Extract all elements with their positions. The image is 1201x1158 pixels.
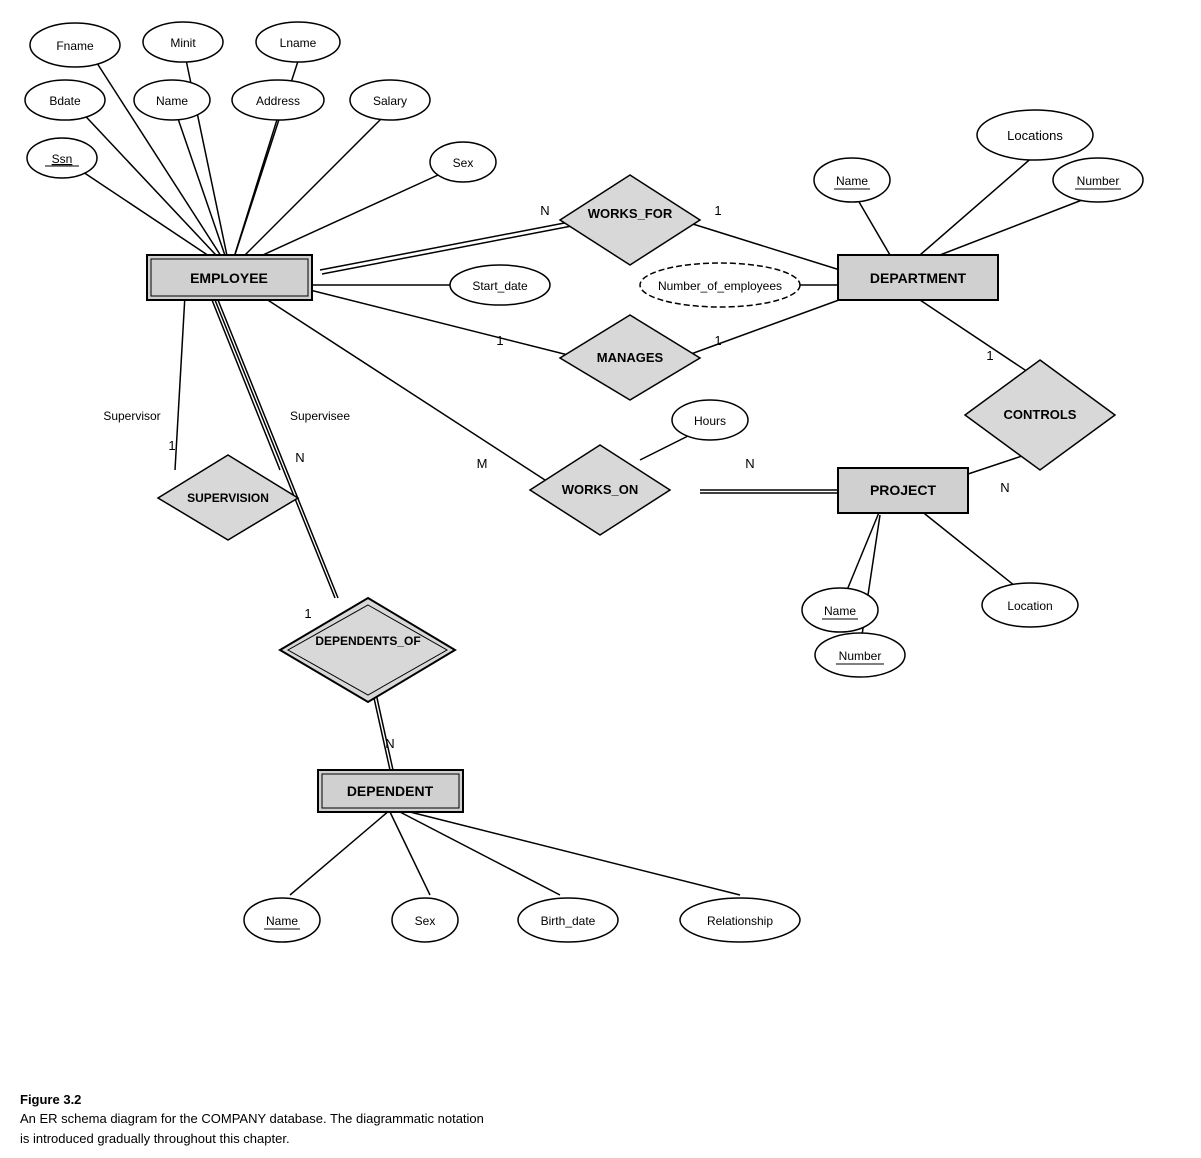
svg-text:DEPARTMENT: DEPARTMENT bbox=[870, 270, 967, 286]
svg-text:Supervisee: Supervisee bbox=[290, 409, 350, 423]
svg-text:N: N bbox=[385, 736, 394, 751]
svg-text:Location: Location bbox=[1007, 599, 1052, 613]
svg-text:Bdate: Bdate bbox=[49, 94, 81, 108]
caption-line1: An ER schema diagram for the COMPANY dat… bbox=[20, 1111, 484, 1126]
svg-text:N: N bbox=[540, 203, 549, 218]
svg-text:Name: Name bbox=[156, 94, 188, 108]
svg-text:1: 1 bbox=[714, 203, 721, 218]
svg-text:Number_of_employees: Number_of_employees bbox=[658, 279, 782, 293]
figure-title: Figure 3.2 bbox=[20, 1092, 81, 1107]
svg-text:WORKS_ON: WORKS_ON bbox=[562, 482, 639, 497]
svg-text:Locations: Locations bbox=[1007, 128, 1063, 143]
svg-text:N: N bbox=[295, 450, 304, 465]
svg-text:Sex: Sex bbox=[453, 156, 474, 170]
svg-text:EMPLOYEE: EMPLOYEE bbox=[190, 270, 268, 286]
svg-text:Lname: Lname bbox=[280, 36, 317, 50]
svg-text:Name: Name bbox=[824, 604, 856, 618]
svg-text:N: N bbox=[745, 456, 754, 471]
svg-text:N: N bbox=[1000, 480, 1009, 495]
svg-text:Address: Address bbox=[256, 94, 300, 108]
svg-text:Supervisor: Supervisor bbox=[103, 409, 160, 423]
svg-text:1: 1 bbox=[986, 348, 993, 363]
svg-text:Name: Name bbox=[266, 914, 298, 928]
svg-text:1: 1 bbox=[714, 333, 721, 348]
svg-text:Number: Number bbox=[1077, 174, 1120, 188]
svg-text:M: M bbox=[477, 456, 488, 471]
er-diagram-container: EMPLOYEE DEPARTMENT PROJECT DEPENDENT WO… bbox=[0, 0, 1201, 1090]
svg-text:Fname: Fname bbox=[56, 39, 94, 53]
svg-text:Birth_date: Birth_date bbox=[541, 914, 596, 928]
svg-text:DEPENDENTS_OF: DEPENDENTS_OF bbox=[315, 634, 420, 648]
svg-text:Hours: Hours bbox=[694, 414, 726, 428]
svg-text:PROJECT: PROJECT bbox=[870, 482, 937, 498]
svg-text:1: 1 bbox=[496, 333, 503, 348]
svg-text:WORKS_FOR: WORKS_FOR bbox=[588, 206, 673, 221]
svg-text:Relationship: Relationship bbox=[707, 914, 773, 928]
svg-text:CONTROLS: CONTROLS bbox=[1004, 407, 1077, 422]
svg-text:Salary: Salary bbox=[373, 94, 407, 108]
svg-text:Sex: Sex bbox=[415, 914, 436, 928]
figure-caption: Figure 3.2 An ER schema diagram for the … bbox=[20, 1090, 484, 1149]
svg-text:1: 1 bbox=[168, 438, 175, 453]
svg-text:Ssn: Ssn bbox=[52, 152, 73, 166]
svg-text:Number: Number bbox=[839, 649, 882, 663]
svg-text:Start_date: Start_date bbox=[472, 279, 528, 293]
svg-text:Minit: Minit bbox=[170, 36, 196, 50]
svg-text:SUPERVISION: SUPERVISION bbox=[187, 491, 269, 505]
svg-text:MANAGES: MANAGES bbox=[597, 350, 664, 365]
svg-text:DEPENDENT: DEPENDENT bbox=[347, 783, 434, 799]
caption-line2: is introduced gradually throughout this … bbox=[20, 1131, 290, 1146]
svg-text:1: 1 bbox=[304, 606, 311, 621]
svg-text:Name: Name bbox=[836, 174, 868, 188]
